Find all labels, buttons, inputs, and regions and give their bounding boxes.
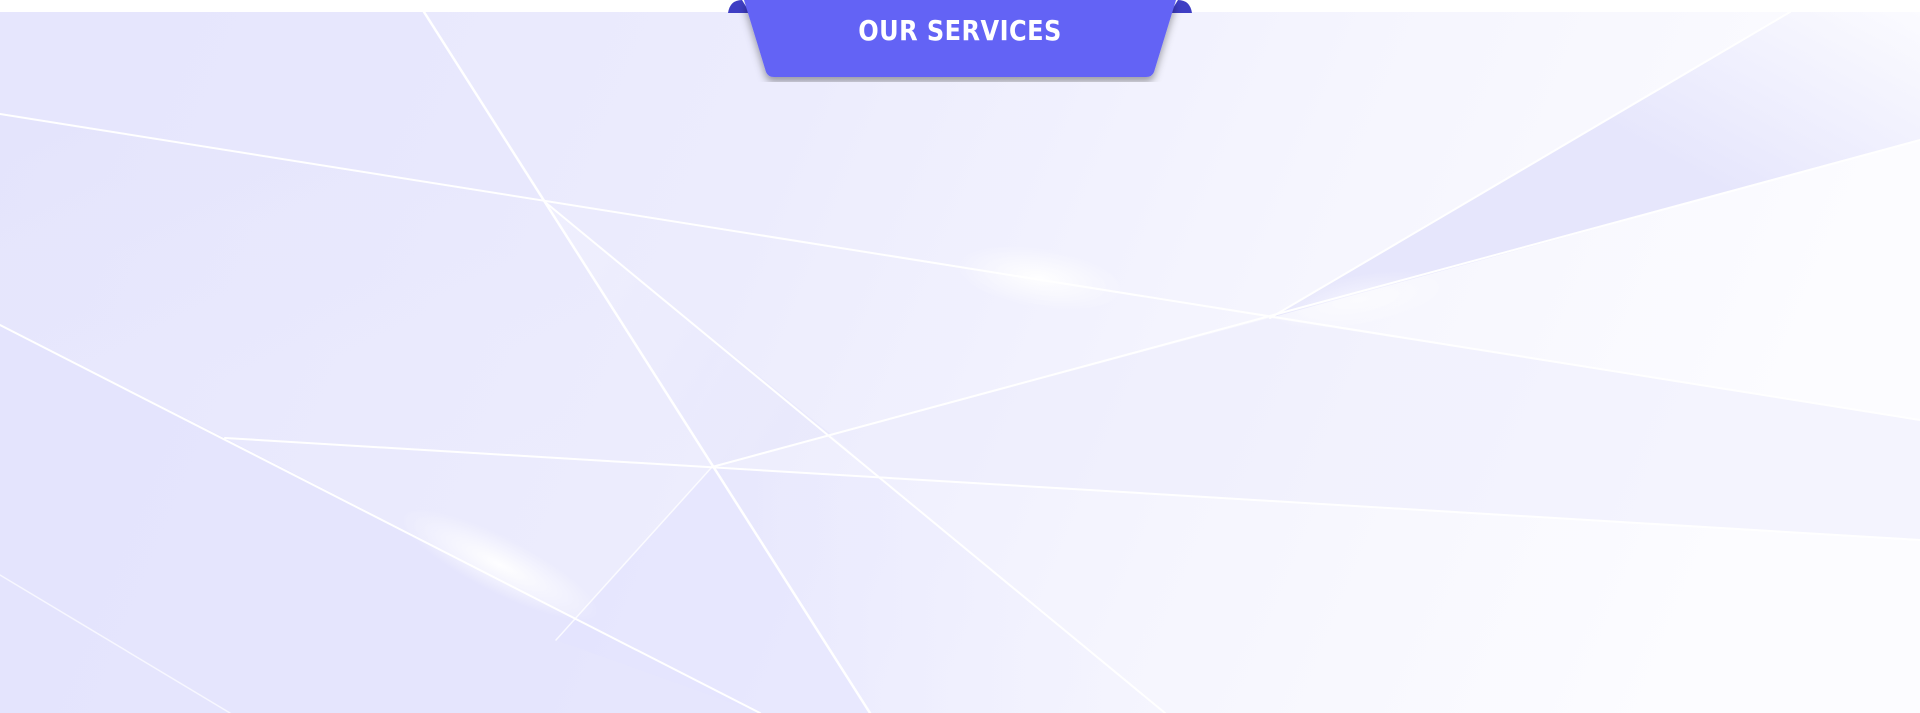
services-section: OUR SERVICES xyxy=(0,0,1920,713)
section-title: OUR SERVICES xyxy=(858,14,1062,47)
geometric-background xyxy=(0,12,1920,713)
